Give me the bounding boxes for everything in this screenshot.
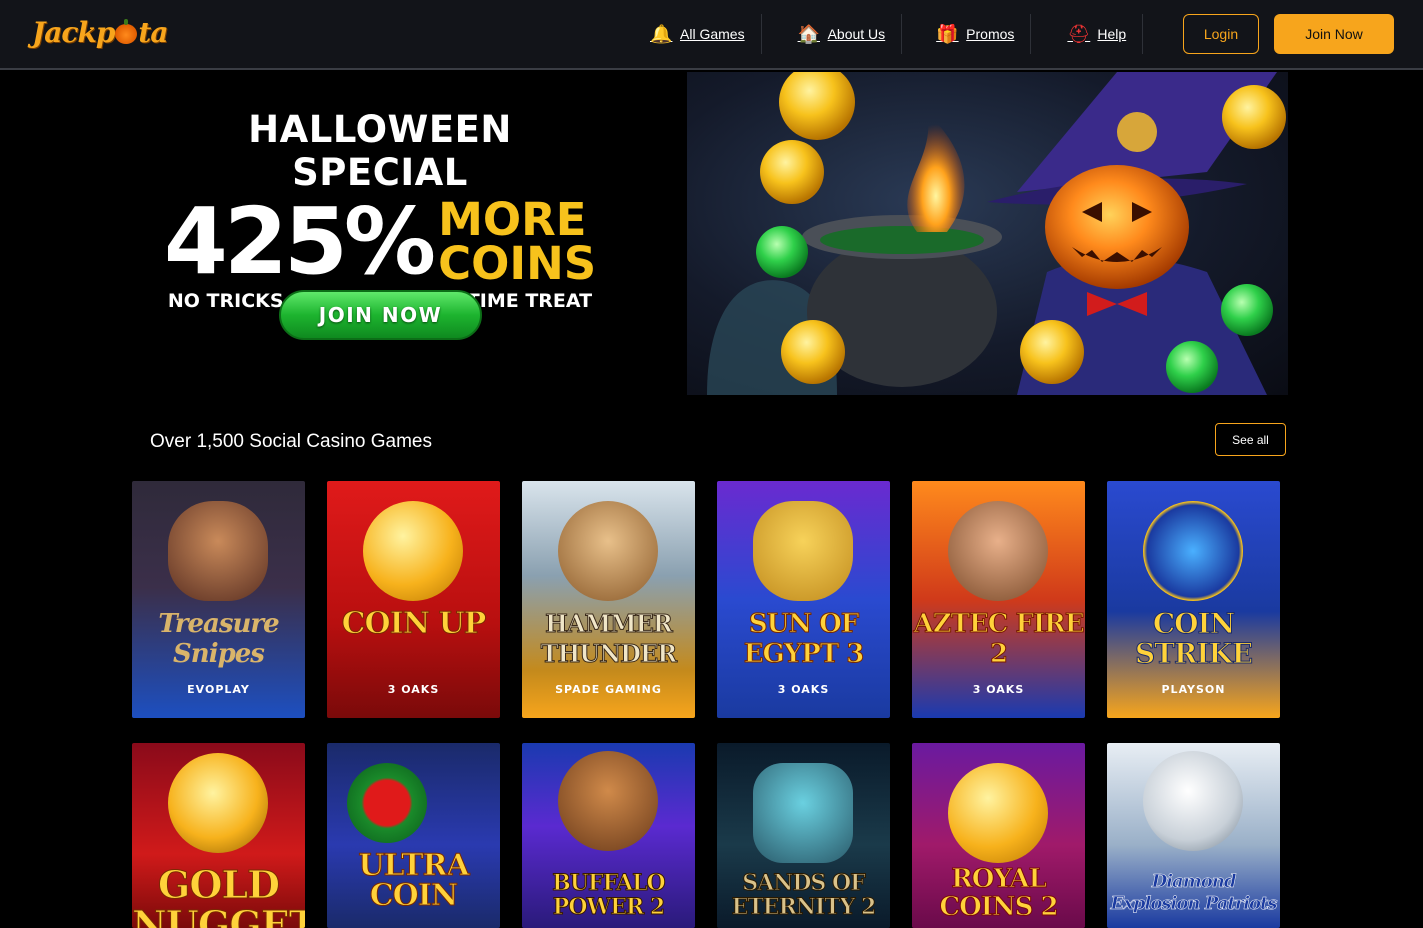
hero-halloween-banner: [687, 72, 1288, 395]
bell-icon: 🔔: [650, 24, 673, 44]
game-provider: PLAYSON: [1161, 683, 1226, 696]
gift-icon: 🎁: [936, 24, 959, 44]
game-provider: 3 OAKS: [387, 683, 440, 696]
game-tile-royal-coins-2[interactable]: ROYAL COINS 2: [912, 743, 1085, 928]
game-title: GOLD NUGGETS: [132, 862, 305, 928]
game-provider: 3 OAKS: [777, 683, 830, 696]
nav-promos-label: Promos: [966, 26, 1015, 42]
hero-join-button[interactable]: JOIN NOW: [279, 290, 482, 340]
nav-about-us-label: About Us: [827, 26, 886, 42]
game-tile-sands-of-eternity-2[interactable]: SANDS OF ETERNITY 2: [717, 743, 890, 928]
game-title: ULTRA COIN: [358, 848, 470, 913]
hero-more-coins: MORE COINS: [438, 193, 597, 290]
game-tile-treasure-snipes[interactable]: Treasure Snipes EVOPLAY: [132, 481, 305, 718]
game-tile-aztec-fire-2[interactable]: AZTEC FIRE 2 3 OAKS: [912, 481, 1085, 718]
nav-promos[interactable]: 🎁 Promos: [902, 14, 1032, 54]
nav-help[interactable]: ⛑ Help: [1031, 14, 1144, 54]
gold-nugget-icon: [168, 753, 268, 853]
lightning-coin-icon: [1143, 501, 1243, 601]
game-title: BUFFALO POWER 2: [552, 870, 666, 920]
game-art: [948, 501, 1048, 601]
game-tile-coin-up[interactable]: COIN UP 3 OAKS: [327, 481, 500, 718]
main-nav: 🔔 All Games 🏠 About Us 🎁 Promos ⛑ Help: [634, 14, 1144, 54]
nav-all-games-label: All Games: [680, 26, 745, 42]
game-title: COIN UP: [341, 606, 487, 641]
hero-text: HALLOWEEN SPECIAL 425% MORE COINS NO TRI…: [160, 108, 600, 312]
crown-coin-icon: [948, 763, 1048, 863]
login-button[interactable]: Login: [1183, 14, 1259, 54]
game-tile-diamond-explosion-patriots[interactable]: Diamond Explosion Patriots: [1107, 743, 1280, 928]
watermelon-seven-icon: [347, 763, 427, 843]
hero-coins: COINS: [438, 237, 597, 290]
coin-up-icon: [363, 501, 463, 601]
buffalo-icon: [558, 751, 658, 851]
hero-more: MORE: [438, 193, 587, 246]
game-tile-coin-strike[interactable]: COIN STRIKE PLAYSON: [1107, 481, 1280, 718]
game-tile-buffalo-power-2[interactable]: BUFFALO POWER 2: [522, 743, 695, 928]
pharaoh-icon: [753, 501, 853, 601]
game-tile-gold-nuggets[interactable]: GOLD NUGGETS: [132, 743, 305, 928]
game-provider: EVOPLAY: [187, 683, 250, 696]
home-icon: 🏠: [797, 24, 820, 44]
eagle-icon: [1143, 751, 1243, 851]
game-tile-ultra-coin[interactable]: ULTRA COIN: [327, 743, 500, 928]
game-provider: SPADE GAMING: [555, 683, 662, 696]
game-title: SANDS OF ETERNITY 2: [731, 870, 877, 920]
nav-all-games[interactable]: 🔔 All Games: [634, 14, 762, 54]
game-title: Diamond Explosion Patriots: [1110, 871, 1278, 915]
games-section-title: Over 1,500 Social Casino Games: [150, 431, 432, 452]
see-all-button[interactable]: See all: [1215, 423, 1286, 456]
hero-percent: 425%: [163, 188, 436, 295]
pumpkin-icon: [115, 19, 138, 44]
join-now-button[interactable]: Join Now: [1274, 14, 1394, 54]
game-title: AZTEC FIRE 2: [913, 609, 1085, 670]
nav-help-label: Help: [1097, 26, 1127, 42]
nav-about-us[interactable]: 🏠 About Us: [762, 14, 903, 54]
game-title: COIN STRIKE: [1134, 607, 1253, 670]
jackpota-logo[interactable]: Jackp ta: [32, 16, 168, 49]
hero-offer: 425% MORE COINS: [160, 188, 600, 295]
halloween-illustration: [707, 72, 1286, 395]
game-provider: 3 OAKS: [972, 683, 1025, 696]
game-title: HAMMER THUNDER: [540, 609, 677, 669]
stone-mask-icon: [753, 763, 853, 863]
game-title: Treasure Snipes: [158, 609, 279, 669]
game-tile-hammer-of-thunder[interactable]: HAMMER THUNDER SPADE GAMING: [522, 481, 695, 718]
site-header: Jackp ta 🔔 All Games 🏠 About Us 🎁 Promos …: [0, 0, 1423, 70]
game-art: [168, 501, 268, 601]
game-tile-sun-of-egypt-3[interactable]: SUN OF EGYPT 3 3 OAKS: [717, 481, 890, 718]
game-art: [558, 501, 658, 601]
lifebuoy-icon: ⛑: [1067, 24, 1091, 44]
game-title: ROYAL COINS 2: [939, 864, 1059, 922]
hero-title: HALLOWEEN SPECIAL: [248, 108, 512, 194]
game-title: SUN OF EGYPT 3: [743, 609, 865, 670]
